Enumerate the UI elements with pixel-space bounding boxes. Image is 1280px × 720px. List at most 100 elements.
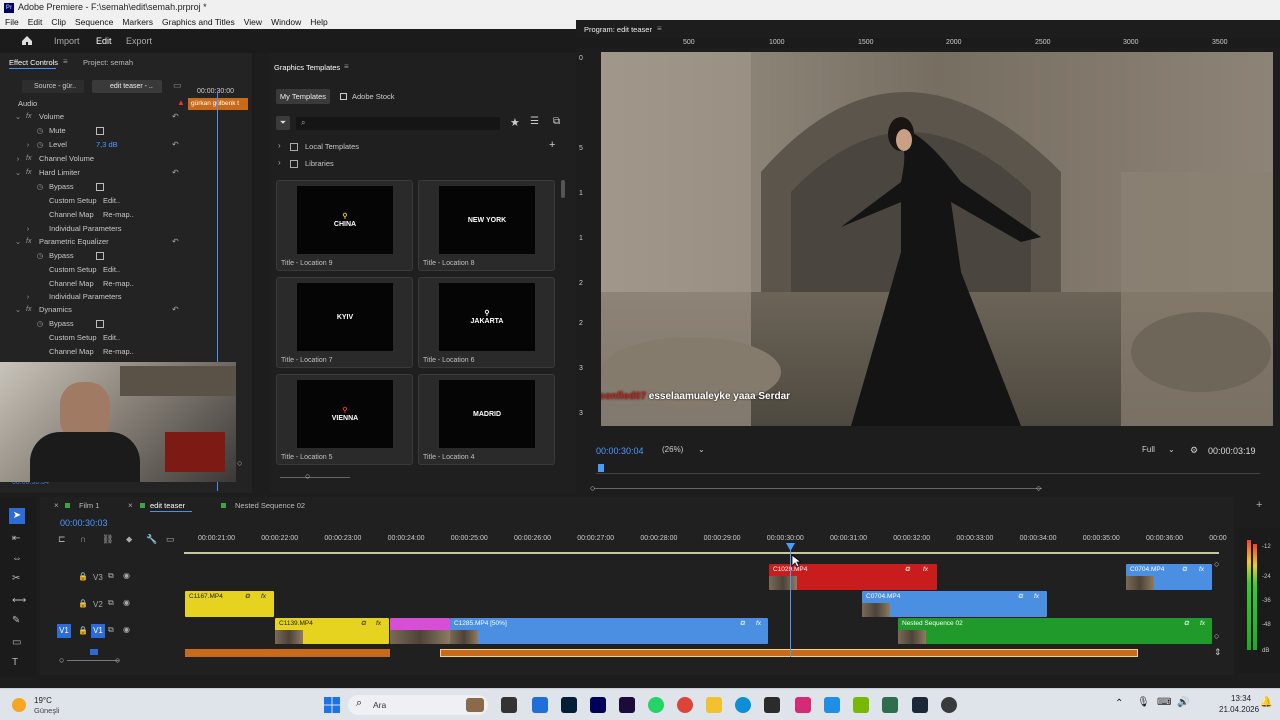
taskbar-search[interactable]: ⌕ Ara (348, 695, 488, 715)
bypass-checkbox[interactable] (96, 252, 104, 260)
fx-badge-icon[interactable]: ⧉ (740, 620, 745, 628)
whatsapp-icon[interactable] (648, 697, 664, 713)
work-area-bar[interactable] (184, 552, 1219, 554)
clip-nested-sequence[interactable]: Nested Sequence 02 ⧉ fx (898, 618, 1212, 644)
mini-time-ruler[interactable] (596, 466, 1260, 474)
eye-icon[interactable]: ◉ (123, 625, 130, 634)
vertical-scroll-handle[interactable]: ○ (1214, 559, 1219, 569)
program-timecode[interactable]: 00:00:30:04 (596, 446, 644, 456)
tab-nested-sequence[interactable]: Nested Sequence 02 (235, 501, 305, 510)
fx-badge-icon[interactable]: ⧉ (1184, 620, 1189, 628)
remap-button[interactable]: Re-map.. (103, 208, 134, 222)
source-dropdown[interactable]: Source - gür.. (22, 80, 84, 93)
mute-checkbox[interactable] (96, 127, 104, 135)
rectangle-tool-icon[interactable]: ▭ (12, 637, 21, 648)
close-tab-icon[interactable]: × (128, 501, 133, 510)
timeline-timecode[interactable]: 00:00:30:03 (60, 518, 108, 528)
fx-badge[interactable]: fx (1199, 566, 1204, 573)
zoom-scrollbar[interactable] (67, 660, 119, 661)
instagram-icon[interactable] (795, 697, 811, 713)
menu-clip[interactable]: Clip (46, 15, 70, 29)
track-select-tool-icon[interactable]: ⇤ (12, 533, 20, 544)
clip-c1139[interactable]: C1139.MP4 ⧉ fx (275, 618, 389, 644)
template-card[interactable]: KYIV Title - Location 7 (276, 277, 413, 368)
zoom-handle-right[interactable]: ○ (115, 655, 120, 665)
type-tool-icon[interactable]: T (12, 657, 18, 668)
network-icon[interactable]: ⌨ (1157, 697, 1171, 708)
time-ruler[interactable]: 00:00:21:00 00:00:22:00 00:00:23:00 00:00:2… (184, 533, 1227, 553)
sequence-dropdown[interactable]: edit teaser - .. (92, 80, 162, 93)
navigator-bar[interactable] (594, 488, 1042, 489)
edge-icon[interactable] (735, 697, 751, 713)
fx-badge[interactable]: fx (261, 593, 266, 600)
folder-checkbox[interactable] (290, 160, 298, 168)
nav-edit[interactable]: Edit (96, 36, 112, 46)
sun-icon[interactable] (12, 698, 26, 712)
weather-temp[interactable]: 19°C (34, 696, 52, 705)
stopwatch-icon[interactable]: ◷ (36, 180, 44, 194)
wrench-icon[interactable]: ⚙ (1190, 445, 1198, 456)
edit-button[interactable]: Edit.. (103, 263, 120, 277)
app-icon[interactable] (824, 697, 840, 713)
audio-track-patch[interactable] (90, 649, 98, 655)
panel-menu-icon[interactable]: ≡ (657, 24, 662, 33)
vertical-scroll-handle[interactable]: ○ (1214, 631, 1219, 641)
nest-icon[interactable]: ⊏ (58, 534, 66, 545)
lock-icon[interactable]: 🔒 (78, 599, 88, 608)
fx-icon[interactable]: fx (26, 303, 31, 317)
ec-clip-bar[interactable]: gürkan gülbenk t (188, 98, 248, 110)
clip-c1167[interactable]: C1167.MP4 ⧉ fx (185, 591, 274, 617)
reset-icon[interactable]: ↶ (172, 303, 179, 317)
quality-dropdown[interactable]: Full ⌄ (1142, 445, 1178, 457)
fx-icon[interactable]: fx (26, 110, 31, 124)
template-card[interactable]: MADRID Title - Location 4 (418, 374, 555, 465)
media-encoder-icon[interactable] (619, 697, 635, 713)
add-marker-icon[interactable]: ⬥ (126, 534, 132, 545)
menu-help[interactable]: Help (305, 15, 331, 29)
level-value[interactable]: 7,3 dB (96, 138, 118, 152)
tray-chevron-up-icon[interactable]: ⌃ (1115, 698, 1123, 709)
lock-icon[interactable]: 🔒 (78, 572, 88, 581)
folder-checkbox[interactable] (290, 143, 298, 151)
list-view-icon[interactable]: ☰ (530, 116, 539, 127)
clip-c0704-v2[interactable]: C0704.MP4 ⧉ fx (862, 591, 1047, 617)
weather-location[interactable]: Güneşli (34, 706, 59, 715)
close-tab-icon[interactable]: × (54, 501, 59, 510)
premiere-taskbar-icon[interactable] (590, 697, 606, 713)
fx-badge[interactable]: fx (1200, 620, 1205, 627)
clip-short-sequence[interactable] (390, 618, 450, 644)
clip-c1285[interactable]: C1285.MP4 [50%] ⧉ fx (450, 618, 768, 644)
reset-icon[interactable]: ↶ (172, 138, 179, 152)
audio-clip[interactable] (185, 649, 390, 657)
reset-icon[interactable]: ↶ (172, 166, 179, 180)
tab-film-1[interactable]: Film 1 (79, 501, 99, 510)
tab-my-templates[interactable]: My Templates (276, 89, 330, 104)
ec-zoom-handle-icon[interactable]: ○ (237, 458, 242, 468)
tab-edit-teaser[interactable]: edit teaser (150, 501, 185, 510)
fx-badge[interactable]: fx (376, 620, 381, 627)
twirl-down-icon[interactable]: ⌄ (14, 235, 22, 249)
lock-icon[interactable]: 🔒 (78, 626, 88, 635)
twirl-right-icon[interactable]: › (24, 290, 32, 304)
clip-c0704-v3[interactable]: C0704.MP4 ⧉ fx (1126, 564, 1212, 590)
file-explorer-icon[interactable] (706, 697, 722, 713)
fx-badge-icon[interactable]: ⧉ (245, 593, 250, 601)
bypass-checkbox[interactable] (96, 183, 104, 191)
fx-badge-icon[interactable]: ⧉ (1018, 593, 1023, 601)
program-video-frame[interactable]: woonfled07 esselaamualeyke yaaa Serdar (601, 52, 1273, 426)
nav-import[interactable]: Import (54, 36, 80, 46)
selection-tool-icon[interactable]: ➤ (9, 508, 25, 524)
remap-button[interactable]: Re-map.. (103, 345, 134, 359)
track-name-v1[interactable]: V1 (91, 624, 105, 638)
home-icon[interactable] (21, 35, 33, 46)
twirl-right-icon[interactable]: › (24, 138, 32, 152)
template-card[interactable]: ⚲ VIENNA Title - Location 5 (276, 374, 413, 465)
template-card[interactable]: NEW YORK Title - Location 8 (418, 180, 555, 271)
fx-badge-icon[interactable]: ⧉ (905, 566, 910, 574)
steam-icon[interactable] (912, 697, 928, 713)
menu-file[interactable]: File (0, 15, 23, 29)
edit-button[interactable]: Edit.. (103, 194, 120, 208)
twirl-down-icon[interactable]: ⌄ (14, 110, 22, 124)
toggle-timeline-icon[interactable]: ▭ (173, 80, 182, 91)
fx-icon[interactable]: fx (26, 152, 31, 166)
